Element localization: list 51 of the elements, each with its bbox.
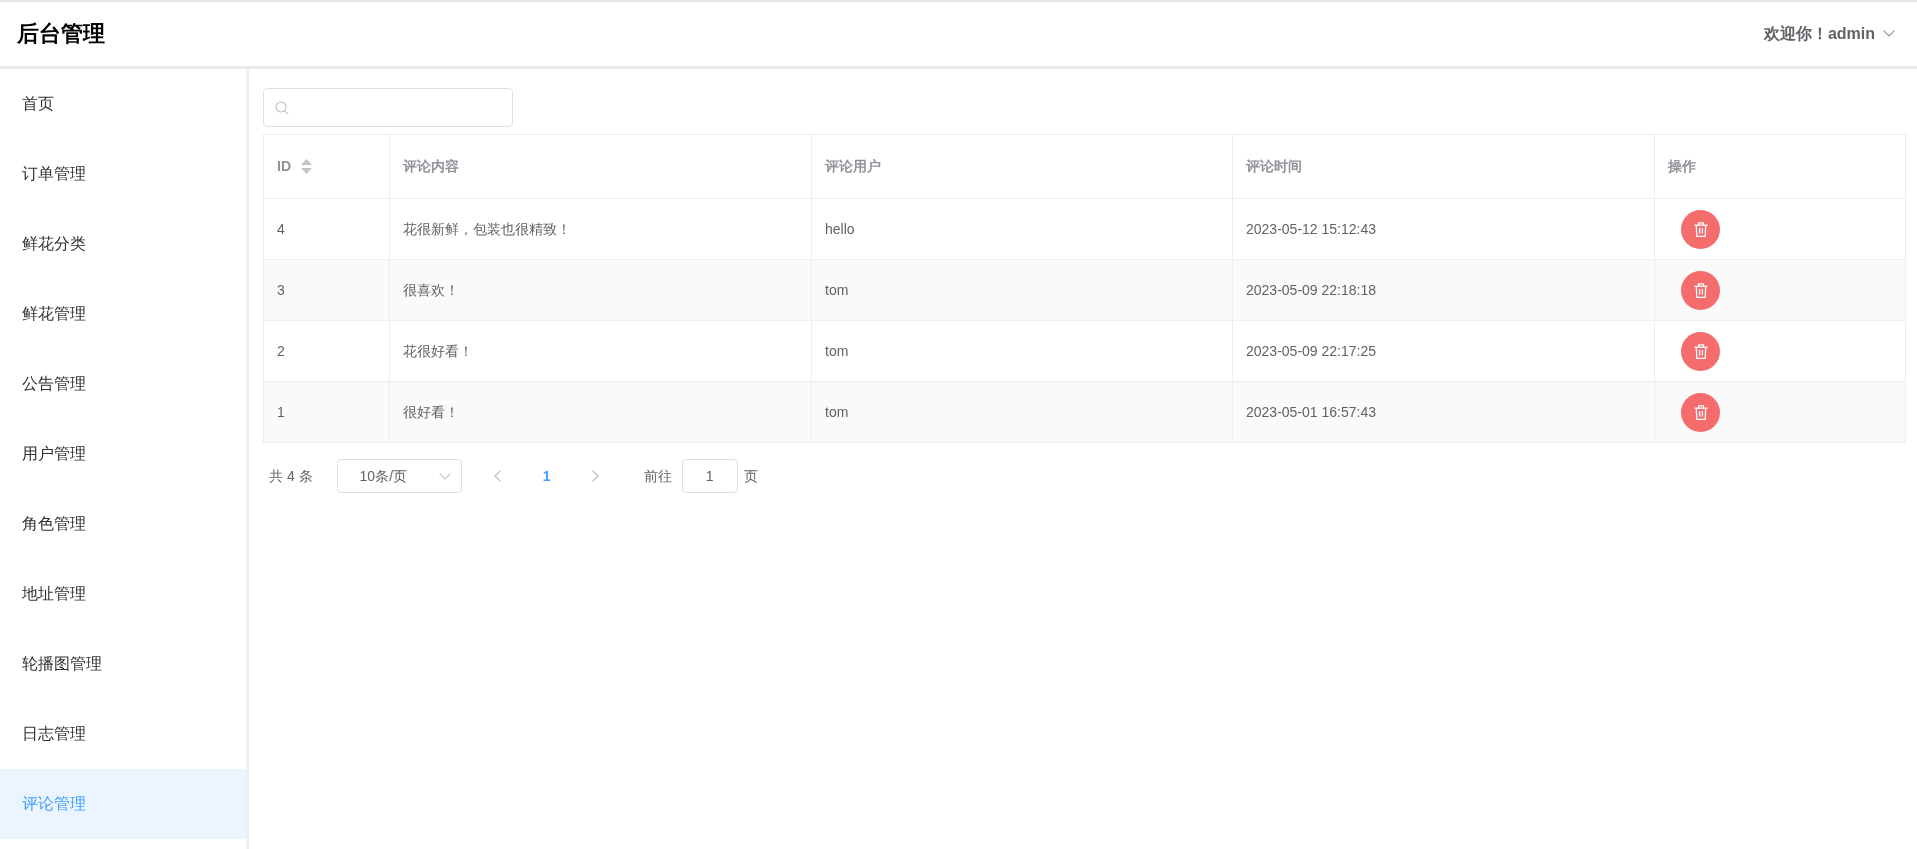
table-cell: 1 <box>277 403 285 420</box>
sidebar-item[interactable]: 订单管理 <box>0 139 246 209</box>
sidebar-item[interactable]: 地址管理 <box>0 559 246 629</box>
sidebar-item[interactable]: 角色管理 <box>0 489 246 559</box>
total-count: 共 4 条 <box>269 466 313 486</box>
trash-icon <box>1693 404 1708 420</box>
goto-label: 前往 <box>643 466 672 486</box>
table-cell: 花很好看！ <box>403 342 473 359</box>
table-cell: 很喜欢！ <box>403 281 459 298</box>
table-cell: hello <box>825 220 855 237</box>
delete-button[interactable] <box>1681 331 1720 371</box>
delete-button[interactable] <box>1681 270 1720 310</box>
column-header: 评论时间 <box>1246 158 1302 174</box>
delete-button[interactable] <box>1681 392 1720 432</box>
column-header: 评论内容 <box>403 158 459 174</box>
app-title: 后台管理 <box>17 20 105 48</box>
column-header: 评论用户 <box>825 158 881 174</box>
table-cell: 很好看！ <box>403 403 459 420</box>
delete-button[interactable] <box>1681 209 1720 249</box>
sidebar-item[interactable]: 公告管理 <box>0 349 246 419</box>
sidebar-item[interactable]: 鲜花分类 <box>0 209 246 279</box>
chevron-right-icon <box>592 470 600 482</box>
page-suffix: 页 <box>743 466 758 486</box>
chevron-down-icon <box>438 472 451 480</box>
table-cell: 2023-05-09 22:18:18 <box>1246 281 1376 298</box>
table-cell: 4 <box>277 220 285 237</box>
table-cell: 3 <box>277 281 285 298</box>
table-cell: tom <box>825 403 849 420</box>
sidebar-item[interactable]: 日志管理 <box>0 699 246 769</box>
sidebar-item[interactable]: 鲜花管理 <box>0 279 246 349</box>
trash-icon <box>1693 282 1708 298</box>
column-header: 操作 <box>1668 158 1696 174</box>
page-size-select[interactable]: 10条/页 <box>336 459 462 493</box>
table-cell: 2023-05-01 16:57:43 <box>1246 403 1376 420</box>
page-input[interactable]: 1 <box>681 459 738 493</box>
trash-icon <box>1693 343 1708 359</box>
search-field[interactable] <box>263 88 513 127</box>
sidebar-item[interactable]: 首页 <box>0 69 246 139</box>
table-cell: tom <box>825 342 849 359</box>
table-cell: 2023-05-09 22:17:25 <box>1246 342 1376 359</box>
trash-icon <box>1693 221 1708 237</box>
caret-icon <box>1883 30 1895 38</box>
chevron-left-icon <box>494 470 502 482</box>
sidebar-item[interactable]: 轮播图管理 <box>0 629 246 699</box>
table-cell: 2 <box>277 342 285 359</box>
search-icon <box>275 100 289 115</box>
table-cell: 2023-05-12 15:12:43 <box>1246 220 1376 237</box>
table-cell: 花很新鲜，包装也很精致！ <box>403 220 571 237</box>
sidebar-item[interactable]: 用户管理 <box>0 419 246 489</box>
user-menu-button[interactable]: 欢迎你！admin <box>1763 23 1895 45</box>
table-cell: tom <box>825 281 849 298</box>
